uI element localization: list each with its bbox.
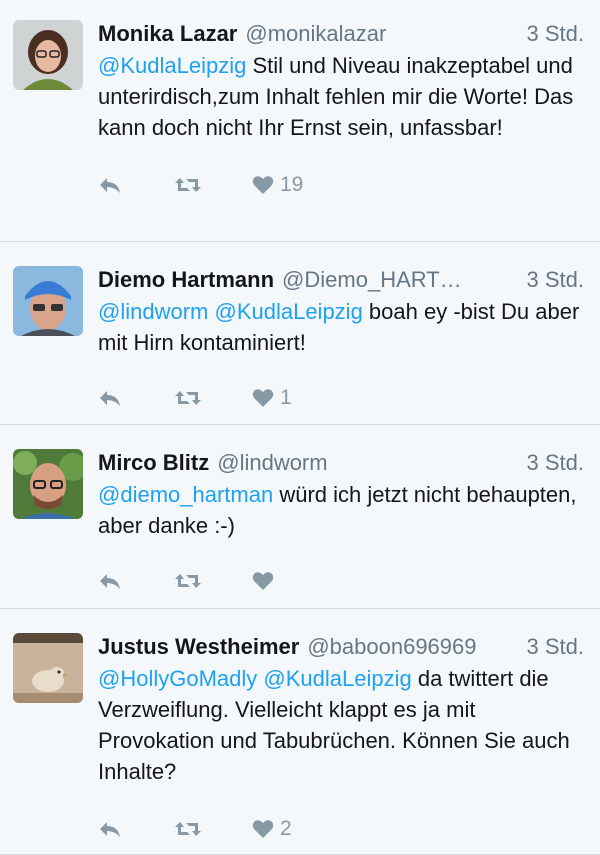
author-name[interactable]: Diemo Hartmann bbox=[98, 266, 274, 294]
author-handle[interactable]: @monikalazar bbox=[245, 20, 514, 48]
tweet-actions: 2 bbox=[98, 809, 584, 849]
tweet[interactable]: Mirco Blitz @lindworm 3 Std. @diemo_hart… bbox=[0, 425, 600, 609]
author-handle[interactable]: @lindworm bbox=[217, 449, 514, 477]
like-count: 2 bbox=[280, 817, 292, 840]
reply-button[interactable] bbox=[98, 175, 174, 195]
tweet-text: @lindworm @KudlaLeipzig boah ey -bist Du… bbox=[98, 296, 584, 358]
reply-icon bbox=[100, 391, 120, 406]
tweet[interactable]: Justus Westheimer @baboon696969 3 Std. @… bbox=[0, 609, 600, 855]
timestamp[interactable]: 3 Std. bbox=[527, 633, 584, 661]
like-button[interactable]: 19 bbox=[252, 173, 303, 197]
reply-button[interactable] bbox=[98, 571, 174, 591]
tweet-text: @diemo_hartman würd ich jetzt nicht beha… bbox=[98, 479, 584, 541]
reply-button[interactable] bbox=[98, 388, 174, 408]
retweet-button[interactable] bbox=[174, 571, 252, 591]
retweet-button[interactable] bbox=[174, 388, 252, 408]
avatar[interactable] bbox=[13, 449, 83, 519]
avatar[interactable] bbox=[13, 266, 83, 336]
reply-button[interactable] bbox=[98, 819, 174, 839]
like-button[interactable] bbox=[252, 571, 280, 591]
author-name[interactable]: Monika Lazar bbox=[98, 20, 237, 48]
heart-icon bbox=[252, 572, 274, 590]
retweet-button[interactable] bbox=[174, 819, 252, 839]
tweet[interactable]: Diemo Hartmann @Diemo_HART… 3 Std. @lind… bbox=[0, 242, 600, 425]
tweet-actions: 1 bbox=[98, 378, 584, 418]
mention-link[interactable]: @KudlaLeipzig bbox=[98, 53, 246, 78]
mention-link[interactable]: @HollyGoMadly bbox=[98, 666, 257, 691]
timestamp[interactable]: 3 Std. bbox=[527, 20, 584, 48]
retweet-icon bbox=[175, 822, 201, 836]
author-handle[interactable]: @baboon696969 bbox=[307, 633, 514, 661]
avatar[interactable] bbox=[13, 633, 83, 703]
timestamp[interactable]: 3 Std. bbox=[527, 449, 584, 477]
reply-icon bbox=[100, 822, 120, 837]
tweet[interactable]: Monika Lazar @monikalazar 3 Std. @KudlaL… bbox=[0, 0, 600, 242]
timestamp[interactable]: 3 Std. bbox=[527, 266, 584, 294]
like-button[interactable]: 1 bbox=[252, 386, 292, 410]
author-name[interactable]: Justus Westheimer bbox=[98, 633, 299, 661]
tweet-actions: 19 bbox=[98, 165, 584, 205]
mention-link[interactable]: @diemo_hartman bbox=[98, 482, 273, 507]
author-name[interactable]: Mirco Blitz bbox=[98, 449, 209, 477]
tweet-text: @KudlaLeipzig Stil und Niveau inakzeptab… bbox=[98, 50, 584, 143]
tweet-actions bbox=[98, 561, 584, 601]
retweet-button[interactable] bbox=[174, 175, 252, 195]
mention-link[interactable]: @lindworm bbox=[98, 299, 208, 324]
author-handle[interactable]: @Diemo_HART… bbox=[282, 266, 514, 294]
avatar[interactable] bbox=[13, 20, 83, 90]
reply-icon bbox=[100, 574, 120, 589]
timeline: Monika Lazar @monikalazar 3 Std. @KudlaL… bbox=[0, 0, 600, 855]
heart-icon bbox=[252, 820, 274, 838]
heart-icon bbox=[252, 176, 274, 194]
retweet-icon bbox=[175, 178, 201, 192]
retweet-icon bbox=[175, 574, 201, 588]
like-count: 1 bbox=[280, 386, 292, 409]
like-count: 19 bbox=[280, 173, 304, 196]
heart-icon bbox=[252, 389, 274, 407]
tweet-text: @HollyGoMadly @KudlaLeipzig da twittert … bbox=[98, 663, 584, 787]
like-button[interactable]: 2 bbox=[252, 817, 292, 841]
retweet-icon bbox=[175, 391, 201, 405]
mention-link[interactable]: @KudlaLeipzig bbox=[263, 666, 411, 691]
mention-link[interactable]: @KudlaLeipzig bbox=[214, 299, 362, 324]
reply-icon bbox=[100, 178, 120, 193]
